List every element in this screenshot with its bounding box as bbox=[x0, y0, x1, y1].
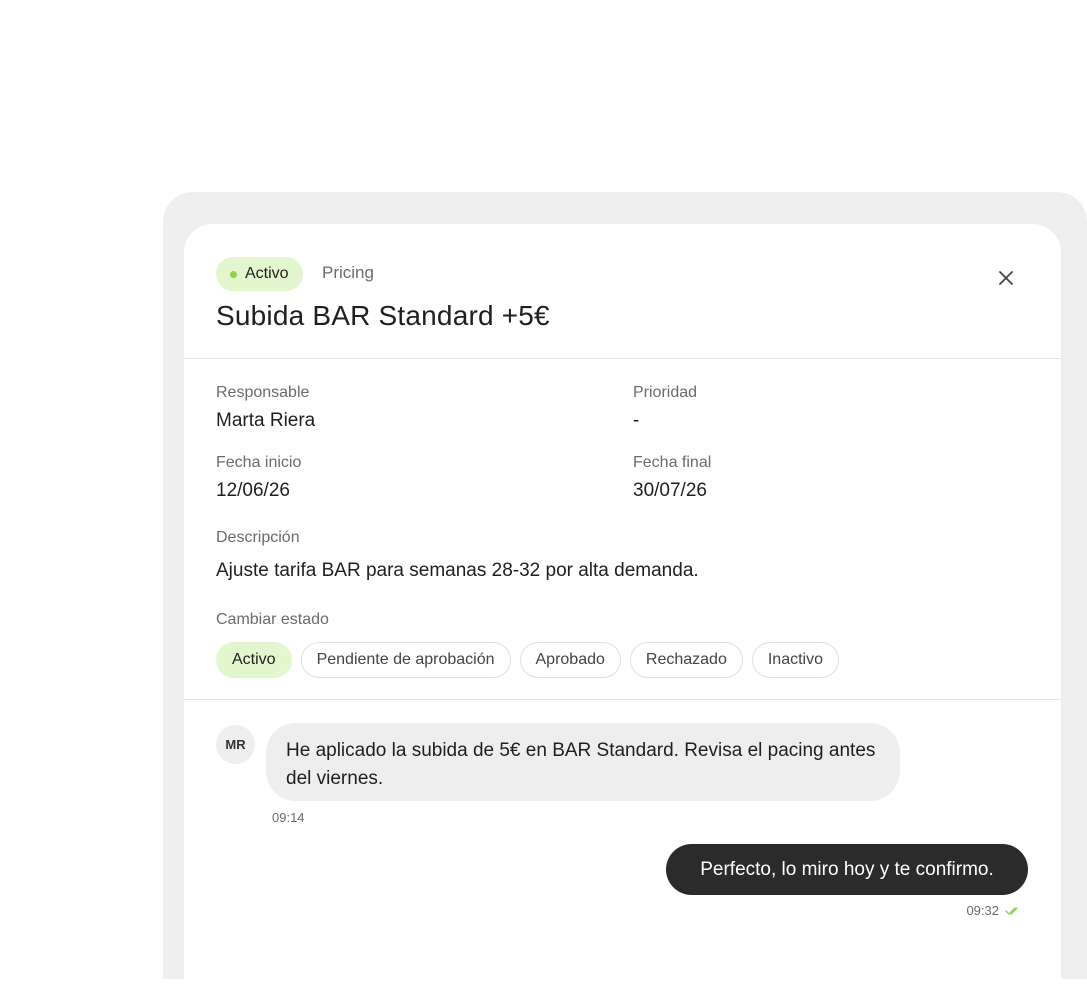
fecha-final-value: 30/07/26 bbox=[633, 480, 707, 501]
page-title: Subida BAR Standard +5€ bbox=[216, 300, 550, 331]
fecha-inicio-label: Fecha inicio bbox=[216, 454, 302, 471]
status-chip-activo[interactable]: Activo bbox=[216, 642, 292, 678]
status-chip-pendiente[interactable]: Pendiente de aprobación bbox=[300, 642, 511, 678]
incoming-message-bubble: He aplicado la subida de 5€ en BAR Stand… bbox=[266, 723, 900, 801]
status-chip-group: Activo Pendiente de aprobación Aprobado … bbox=[216, 642, 839, 678]
prioridad-value: - bbox=[633, 410, 640, 431]
card-header: Activo Pricing Subida BAR Standard +5€ bbox=[184, 224, 1061, 359]
category-label: Pricing bbox=[322, 263, 374, 282]
status-chip-aprobado[interactable]: Aprobado bbox=[519, 642, 621, 678]
status-badge-label: Activo bbox=[245, 265, 289, 282]
outgoing-message-meta: 09:32 bbox=[966, 903, 1021, 918]
responsable-value: Marta Riera bbox=[216, 410, 316, 431]
status-chip-rechazado[interactable]: Rechazado bbox=[629, 642, 743, 678]
avatar: MR bbox=[216, 725, 255, 764]
prioridad-label: Prioridad bbox=[633, 384, 698, 401]
close-button[interactable] bbox=[992, 264, 1020, 292]
cambiar-estado-label: Cambiar estado bbox=[216, 611, 329, 628]
task-detail-card: Activo Pricing Subida BAR Standard +5€ R… bbox=[184, 224, 1061, 979]
incoming-message-time: 09:14 bbox=[272, 810, 305, 825]
close-icon bbox=[999, 271, 1013, 285]
status-badge: Activo bbox=[216, 257, 303, 291]
chat-thread: MR He aplicado la subida de 5€ en BAR St… bbox=[184, 701, 1061, 979]
descripcion-value: Ajuste tarifa BAR para semanas 28-32 por… bbox=[216, 560, 699, 581]
details-section: Responsable Marta Riera Prioridad - Fech… bbox=[184, 360, 1061, 700]
double-check-icon bbox=[1005, 906, 1018, 915]
status-chip-inactivo[interactable]: Inactivo bbox=[751, 642, 839, 678]
outgoing-message-time: 09:32 bbox=[966, 903, 999, 918]
fecha-inicio-value: 12/06/26 bbox=[216, 480, 290, 501]
status-dot-icon bbox=[230, 270, 237, 278]
outgoing-message-bubble: Perfecto, lo miro hoy y te confirmo. bbox=[666, 844, 1028, 895]
descripcion-label: Descripción bbox=[216, 529, 300, 546]
fecha-final-label: Fecha final bbox=[633, 454, 712, 471]
responsable-label: Responsable bbox=[216, 384, 310, 401]
